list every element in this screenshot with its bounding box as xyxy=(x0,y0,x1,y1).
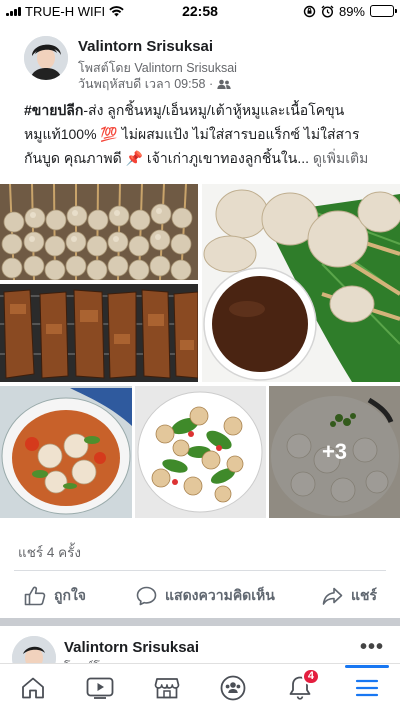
share-icon xyxy=(322,587,343,605)
hashtag[interactable]: #ขายปลีก xyxy=(24,102,83,118)
tab-notifications[interactable]: 4 xyxy=(272,666,328,710)
post-time-text: วันพฤหัสบดี เวลา 09:58 · xyxy=(78,77,214,91)
comment-label: แสดงความคิดเห็น xyxy=(165,587,275,603)
post-text-line-3: กันบูด คุณภาพดี 📌 เจ้าเก่าภูเขาทองลูกชิ้… xyxy=(24,150,309,166)
author-avatar[interactable] xyxy=(24,36,68,80)
tab-menu[interactable] xyxy=(339,664,395,710)
author-name[interactable]: Valintorn Srisuksai xyxy=(78,38,213,55)
wifi-icon xyxy=(109,5,124,16)
clock: 22:58 xyxy=(182,3,218,19)
groups-icon xyxy=(220,675,246,700)
orientation-lock-icon xyxy=(303,5,316,17)
photo-meatball-skewers[interactable] xyxy=(0,184,198,280)
photo-stir-fried-meatballs[interactable] xyxy=(135,386,266,518)
notifications-badge: 4 xyxy=(301,667,320,685)
menu-icon xyxy=(355,679,378,696)
comment-icon xyxy=(136,586,157,606)
post-actions: ถูกใจ แสดงความคิดเห็น แชร์ xyxy=(0,577,400,617)
like-button[interactable]: ถูกใจ xyxy=(24,585,86,607)
feed-separator xyxy=(0,618,400,626)
like-icon xyxy=(24,586,46,606)
photo-meatballs-with-sauce[interactable] xyxy=(202,184,400,382)
post-time: วันพฤหัสบดี เวลา 09:58 · xyxy=(78,74,231,94)
more-options-icon[interactable]: ••• xyxy=(360,636,384,659)
status-bar: TRUE-H WIFI 22:58 89% xyxy=(0,0,400,22)
next-author-name[interactable]: Valintorn Srisuksai xyxy=(64,639,199,656)
bottom-tab-bar: 4 xyxy=(0,663,400,711)
post-text-line-1: -ส่ง ลูกชิ้นหมู/เอ็นหมู/เต้าหู้หมูและเนื… xyxy=(83,102,345,118)
battery-percent: 89% xyxy=(338,3,365,19)
see-more-link[interactable]: ดูเพิ่มเติม xyxy=(313,150,368,166)
watch-icon xyxy=(86,677,114,699)
tab-groups[interactable] xyxy=(205,666,261,710)
carrier-label: TRUE-H WIFI xyxy=(25,3,106,19)
battery-icon xyxy=(370,5,397,17)
alarm-icon xyxy=(321,5,334,18)
comment-button[interactable]: แสดงความคิดเห็น xyxy=(136,585,275,607)
photo-grilled-pork[interactable] xyxy=(0,284,198,382)
photo-tom-yum-soup[interactable] xyxy=(0,386,132,518)
tab-home[interactable] xyxy=(5,666,61,710)
share-label: แชร์ xyxy=(351,587,378,603)
marketplace-icon xyxy=(154,677,179,698)
home-icon xyxy=(22,677,45,698)
friends-audience-icon xyxy=(217,79,231,89)
like-label: ถูกใจ xyxy=(54,587,86,603)
post-header: Valintorn Srisuksai โพสต์โดย Valintorn S… xyxy=(24,36,384,91)
more-photos-overlay[interactable]: +3 xyxy=(269,386,400,518)
tab-marketplace[interactable] xyxy=(139,666,195,710)
divider xyxy=(14,570,386,571)
post-text-line-2: หมูแท้100% 💯 ไม่ผสมแป้ง ไม่ใส่สารบอแร็กซ… xyxy=(24,126,360,142)
photo-noodle-soup[interactable]: +3 xyxy=(269,386,400,518)
post-text: #ขายปลีก-ส่ง ลูกชิ้นหมู/เอ็นหมู/เต้าหู้ห… xyxy=(24,98,384,170)
shares-count[interactable]: แชร์ 4 ครั้ง xyxy=(18,541,81,563)
tab-watch[interactable] xyxy=(72,666,128,710)
signal-icon xyxy=(6,6,21,16)
share-button[interactable]: แชร์ xyxy=(322,585,377,607)
